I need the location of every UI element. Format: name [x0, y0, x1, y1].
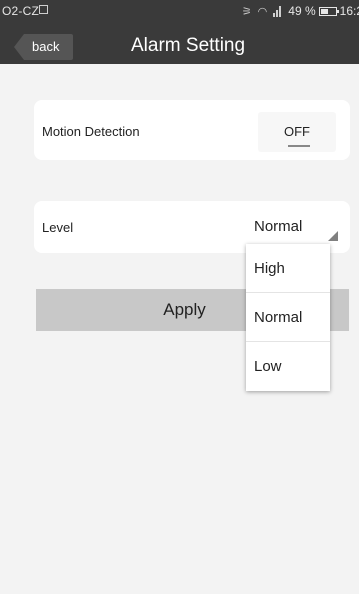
- menu-item-high[interactable]: High: [246, 244, 330, 293]
- carrier-name: O2-CZ: [2, 4, 39, 18]
- battery-percent: 49 %: [288, 4, 316, 18]
- motion-detection-card: Motion Detection OFF: [34, 100, 350, 160]
- back-button[interactable]: back: [14, 34, 74, 60]
- level-selected-value: Normal: [254, 218, 303, 235]
- header: back Alarm Setting: [0, 22, 359, 64]
- menu-item-normal[interactable]: Normal: [246, 293, 330, 342]
- wifi-icon: ◠: [257, 5, 268, 18]
- status-bar: O2-CZ ⚞ ◠ 49 % 16:2: [0, 0, 359, 22]
- mute-icon: ⚞: [241, 5, 252, 18]
- motion-detection-toggle[interactable]: OFF: [258, 112, 336, 152]
- level-label: Level: [42, 220, 74, 235]
- level-dropdown-menu: High Normal Low: [246, 244, 330, 391]
- clock: 16:2: [339, 4, 359, 18]
- toggle-state-label: OFF: [284, 124, 310, 139]
- dropdown-arrow-icon: [328, 231, 338, 241]
- image-icon: [39, 5, 48, 14]
- signal-icon: [273, 5, 282, 17]
- menu-item-low[interactable]: Low: [246, 342, 330, 391]
- page-title: Alarm Setting: [131, 35, 246, 56]
- level-select[interactable]: Normal: [254, 213, 338, 243]
- motion-detection-label: Motion Detection: [42, 124, 140, 139]
- apply-label: Apply: [163, 300, 206, 319]
- status-indicators: ⚞ ◠ 49 % 16:2: [242, 4, 359, 18]
- battery-icon: [318, 6, 339, 16]
- toggle-indicator: [288, 145, 310, 147]
